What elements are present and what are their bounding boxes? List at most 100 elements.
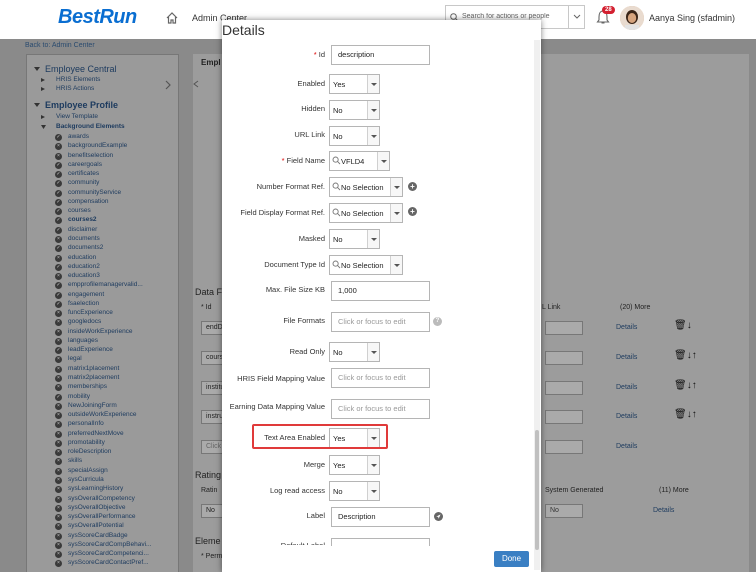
background-element-item[interactable]: education3 [68,272,100,279]
default-label-input[interactable] [331,538,430,546]
background-element-item[interactable]: courses2 [68,216,97,223]
background-element-item[interactable]: awards [68,133,89,140]
row-id-field[interactable]: endD [201,321,223,335]
hidden-select[interactable]: No [329,100,380,120]
details-link[interactable]: Details [616,384,637,391]
chevron-down-icon[interactable] [367,343,379,361]
background-element-item[interactable]: communityService [68,189,121,196]
background-element-item[interactable]: preferredNextMove [68,430,124,437]
collapse-arrow-icon[interactable] [40,124,47,130]
more-link[interactable]: (11) More [659,487,689,494]
background-element-item[interactable]: careergoals [68,161,102,168]
background-element-item[interactable]: outsideWorkExperience [68,411,137,418]
merge-select[interactable]: Yes [329,455,380,475]
file-formats-input[interactable]: Click or focus to edit [331,312,430,332]
background-element-item[interactable]: disclaimer [68,226,97,233]
background-element-item[interactable]: roleDescription [68,448,111,455]
background-element-item[interactable]: sysCurricula [68,476,104,483]
chevron-down-icon[interactable] [390,256,402,274]
sidebar-item-background-elements[interactable]: Background Elements [56,123,125,130]
background-element-item[interactable]: benefitselection [68,152,113,159]
background-element-item[interactable]: sysLearningHistory [68,485,123,492]
max-file-size-input[interactable]: 1,000 [331,281,430,301]
user-name[interactable]: Aanya Sing (sfadmin) [649,13,735,23]
help-icon[interactable]: ? [433,317,442,326]
row-select[interactable] [545,351,583,365]
background-element-item[interactable]: memberships [68,383,107,390]
background-element-item[interactable]: courses [68,207,91,214]
expand-arrow-icon[interactable] [40,77,46,83]
row-select[interactable] [545,440,583,454]
sidebar-item-hris-elements[interactable]: HRIS Elements [56,76,100,83]
sidebar-item-hris-actions[interactable]: HRIS Actions [56,85,94,92]
back-link[interactable]: Back to: Admin Center [25,42,95,49]
url-link-select[interactable]: No [329,126,380,146]
background-element-item[interactable]: documents [68,235,100,242]
scroll-thumb[interactable] [535,430,539,550]
background-element-item[interactable]: funcExperience [68,309,113,316]
row-id-field[interactable]: institu [201,381,224,395]
background-element-item[interactable]: education2 [68,263,100,270]
chevron-down-icon[interactable] [367,456,379,474]
number-format-select[interactable]: No Selection [329,177,403,197]
row-id-field[interactable]: Click [201,440,223,454]
background-element-item[interactable]: sysOverallPotential [68,522,124,529]
background-element-item[interactable]: community [68,179,99,186]
read-only-select[interactable]: No [329,342,380,362]
done-button[interactable]: Done [494,551,529,567]
search-dropdown[interactable] [568,6,584,28]
field-name-select[interactable]: VFLD4 [329,151,390,171]
background-element-item[interactable]: skills [68,457,82,464]
row-select[interactable] [545,381,583,395]
background-element-item[interactable]: sysScoreCardCompBehavi... [68,541,151,548]
background-element-item[interactable]: sysOverallPerformance [68,513,136,520]
display-format-select[interactable]: No Selection [329,203,403,223]
expand-arrow-icon[interactable] [40,114,46,120]
background-element-item[interactable]: education [68,254,96,261]
background-element-item[interactable]: empprofilemanagervalid... [68,281,143,288]
background-element-item[interactable]: insideWorkExperience [68,328,133,335]
background-element-item[interactable]: sysScoreCardContactPref... [68,559,149,566]
background-element-item[interactable]: sysOverallCompetency [68,495,135,502]
row-select[interactable] [545,410,583,424]
background-element-item[interactable]: compensation [68,198,108,205]
background-element-item[interactable]: specialAssign [68,467,108,474]
background-element-item[interactable]: matrix1placement [68,365,119,372]
collapse-arrow-icon[interactable] [33,101,41,109]
chevron-down-icon[interactable] [367,482,379,500]
background-element-item[interactable]: engagement [68,291,104,298]
row-actions[interactable]: 🗑↓↑ [674,380,697,391]
home-icon[interactable] [165,11,179,25]
system-generated-select[interactable]: No [545,504,583,518]
row-id-field[interactable]: instru [201,410,223,424]
id-input[interactable]: description [331,45,430,65]
enabled-select[interactable]: Yes [329,74,380,94]
chevron-down-icon[interactable] [367,101,379,119]
background-element-item[interactable]: certificates [68,170,99,177]
sidebar-section-employee-profile[interactable]: Employee Profile [45,100,118,110]
row-actions[interactable]: 🗑↓ [674,320,692,331]
background-element-item[interactable]: sysScoreCardCompetenci... [68,550,149,557]
add-icon[interactable]: + [408,207,417,216]
chevron-left-icon[interactable] [193,80,199,88]
masked-select[interactable]: No [329,229,380,249]
background-element-item[interactable]: documents2 [68,244,103,251]
label-input[interactable]: Description [331,507,430,527]
background-element-item[interactable]: fsaelection [68,300,99,307]
row-id-field[interactable]: cours [201,351,223,365]
expand-arrow-icon[interactable] [40,86,46,92]
background-element-item[interactable]: sysScoreCardBadge [68,532,128,539]
chevron-down-icon[interactable] [367,230,379,248]
row-select[interactable] [545,321,583,335]
chevron-right-icon[interactable] [164,80,172,90]
background-element-item[interactable]: promotability [68,439,105,446]
chevron-down-icon[interactable] [367,127,379,145]
details-link[interactable]: Details [616,443,637,450]
document-type-select[interactable]: No Selection [329,255,403,275]
dialog-scrollbar[interactable] [534,40,540,570]
sidebar-item-view-template[interactable]: View Template [56,113,98,120]
background-element-item[interactable]: NewJoiningForm [68,402,117,409]
details-link[interactable]: Details [616,354,637,361]
brand-logo[interactable]: BestRun [58,6,137,29]
row-actions[interactable]: 🗑↓↑ [674,350,697,361]
